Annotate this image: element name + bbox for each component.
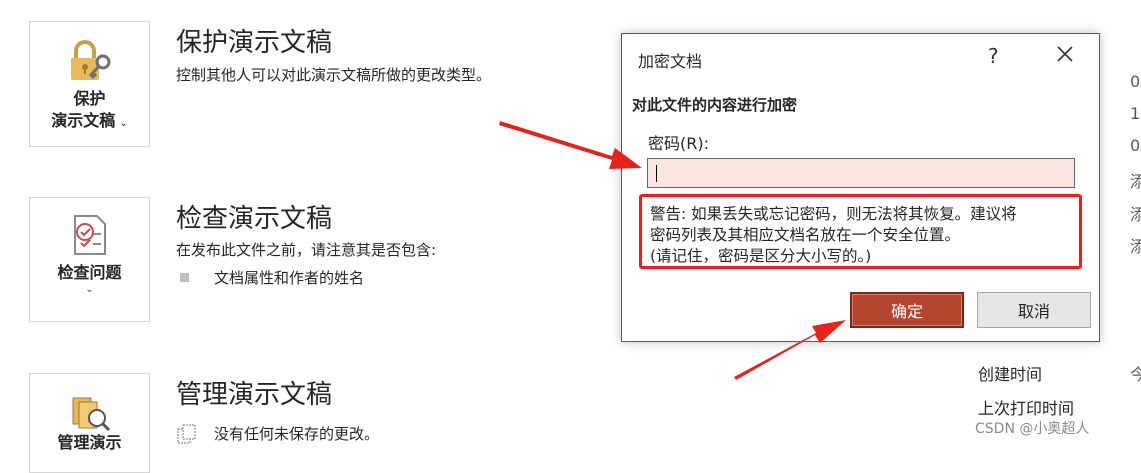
arrow-to-password-field <box>499 121 642 169</box>
arrow-to-ok-button <box>734 320 846 380</box>
annotation-arrows <box>499 121 846 380</box>
watermark: CSDN @小奥超人 <box>975 421 1090 437</box>
